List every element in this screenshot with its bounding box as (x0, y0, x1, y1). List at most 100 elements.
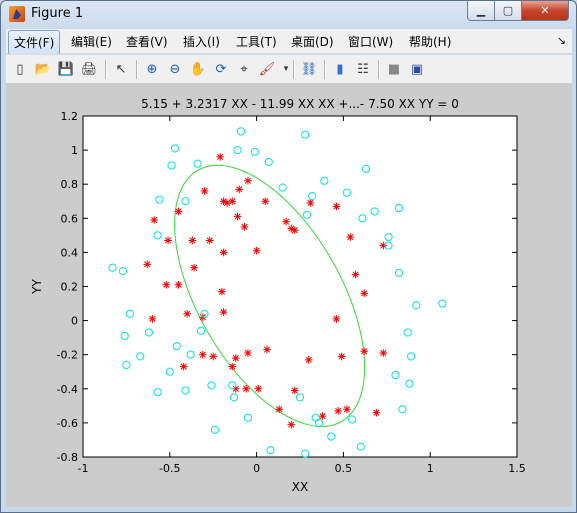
toolbar-separator (378, 60, 380, 79)
data-cursor-icon[interactable]: ⌖ (235, 60, 253, 78)
positive-sample-marker (351, 270, 360, 279)
positive-sample-marker (332, 315, 341, 323)
y-tick-label: -0.2 (57, 349, 78, 362)
print-icon[interactable]: 🖨 (80, 60, 98, 78)
y-tick-label: 0.8 (61, 178, 79, 191)
toolbar-separator (105, 60, 107, 79)
positive-sample-marker (263, 345, 271, 354)
pointer-icon[interactable]: ↖ (112, 60, 130, 78)
toolbar-separator (293, 60, 295, 79)
positive-sample-marker (304, 356, 313, 364)
close-button[interactable]: ✕ (521, 1, 569, 21)
y-tick-label: 1.2 (61, 110, 79, 123)
y-tick-label: -0.4 (57, 383, 78, 396)
positive-sample-marker (252, 246, 261, 255)
dock-arrow-icon[interactable]: ↘ (557, 34, 566, 47)
positive-sample-marker (240, 223, 249, 231)
positive-sample-marker (287, 420, 296, 429)
x-tick-label: 1 (427, 462, 434, 475)
positive-sample-marker (275, 405, 283, 414)
x-tick-label: -0.5 (159, 462, 180, 475)
positive-sample-marker (318, 412, 327, 420)
menu-desktop[interactable]: 桌面(D) (291, 33, 334, 50)
menu-file[interactable]: 文件(F) (8, 30, 61, 55)
menu-help[interactable]: 帮助(H) (409, 33, 451, 50)
positive-sample-marker (174, 280, 183, 289)
menu-bar: 文件(F) 编辑(E) 查看(V) 插入(I) 工具(T) 桌面(D) 窗口(W… (6, 29, 572, 55)
brush-icon[interactable]: 🖌 (258, 60, 276, 78)
positive-sample-marker (198, 350, 207, 359)
positive-sample-marker (244, 176, 252, 185)
figure-window: Figure 1 ▁ ▢ ✕ 文件(F) 编辑(E) 查看(V) 插入(I) 工… (0, 0, 577, 513)
toolbar-separator (324, 60, 326, 79)
positive-sample-marker (190, 263, 198, 272)
pan-icon[interactable]: ✋ (189, 60, 207, 78)
x-tick-label: 1.5 (508, 462, 526, 475)
positive-sample-marker (174, 207, 183, 216)
positive-sample-marker (306, 199, 315, 207)
new-figure-icon[interactable]: ▯ (11, 60, 29, 78)
open-file-icon[interactable]: 📂 (34, 60, 52, 78)
x-axis-label: XX (292, 480, 308, 494)
positive-sample-marker (209, 352, 217, 361)
positive-sample-marker (219, 248, 228, 257)
positive-sample-marker (183, 309, 191, 318)
positive-sample-marker (205, 236, 214, 245)
positive-sample-marker (233, 212, 242, 221)
positive-sample-marker (261, 197, 270, 206)
positive-sample-marker (337, 352, 346, 361)
zoom-in-icon[interactable]: ⊕ (143, 60, 161, 78)
positive-sample-marker (254, 385, 263, 393)
positive-sample-marker (219, 308, 228, 316)
positive-sample-marker (334, 407, 342, 415)
legend-icon[interactable]: ☷ (354, 60, 372, 78)
positive-sample-marker (290, 386, 299, 395)
rotate-icon[interactable]: ⟳ (212, 60, 230, 78)
menu-window[interactable]: 窗口(W) (348, 33, 393, 50)
positive-sample-marker (360, 347, 369, 356)
x-tick-label: 0.5 (335, 462, 353, 475)
positive-sample-marker (188, 236, 197, 245)
figure-canvas: 5.15 + 3.2317 XX - 11.99 XX XX +...- 7.5… (6, 83, 572, 507)
positive-sample-marker (150, 216, 158, 224)
y-tick-label: 0.2 (61, 281, 79, 294)
positive-sample-marker (162, 280, 171, 289)
menu-insert[interactable]: 插入(I) (183, 33, 220, 50)
menu-edit[interactable]: 编辑(E) (71, 33, 112, 50)
y-tick-label: 0.6 (61, 212, 79, 225)
menu-tools[interactable]: 工具(T) (236, 33, 277, 50)
positive-sample-marker (290, 226, 299, 235)
positive-sample-marker (143, 260, 152, 269)
positive-sample-marker (282, 217, 290, 226)
plot-title: 5.15 + 3.2317 XX - 11.99 XX XX +...- 7.5… (141, 97, 459, 111)
x-tick-label: -1 (78, 462, 89, 475)
positive-sample-marker (200, 187, 209, 195)
plot-svg: 5.15 + 3.2317 XX - 11.99 XX XX +...- 7.5… (30, 97, 526, 494)
positive-sample-marker (228, 197, 237, 206)
menu-view[interactable]: 查看(V) (126, 33, 168, 50)
y-tick-label: 1 (71, 144, 78, 157)
positive-sample-marker (332, 202, 341, 211)
y-tick-label: -0.8 (57, 451, 78, 464)
positive-sample-marker (179, 362, 188, 371)
show-plot-tools-icon[interactable]: ▣ (408, 60, 426, 78)
colorbar-icon[interactable]: ▮ (331, 60, 349, 78)
positive-sample-marker (148, 315, 157, 323)
positive-sample-marker (231, 354, 240, 362)
zoom-out-icon[interactable]: ⊖ (166, 60, 184, 78)
positive-sample-marker (379, 349, 388, 357)
y-tick-label: 0.4 (61, 246, 79, 259)
maximize-button[interactable]: ▢ (494, 1, 522, 21)
matlab-icon (9, 6, 25, 22)
y-axis-label: YY (30, 279, 44, 295)
positive-sample-marker (223, 199, 231, 207)
toolbar-separator (136, 60, 138, 79)
positive-sample-marker (343, 405, 351, 414)
y-tick-label: 0 (71, 315, 78, 328)
positive-sample-marker (242, 385, 250, 393)
title-bar[interactable]: Figure 1 ▁ ▢ ✕ (1, 1, 576, 27)
link-plot-icon[interactable]: ⛓ (300, 60, 318, 78)
save-icon[interactable]: 💾 (57, 60, 75, 78)
hide-plot-tools-icon[interactable]: ■ (385, 60, 403, 78)
minimize-button[interactable]: ▁ (467, 1, 495, 21)
